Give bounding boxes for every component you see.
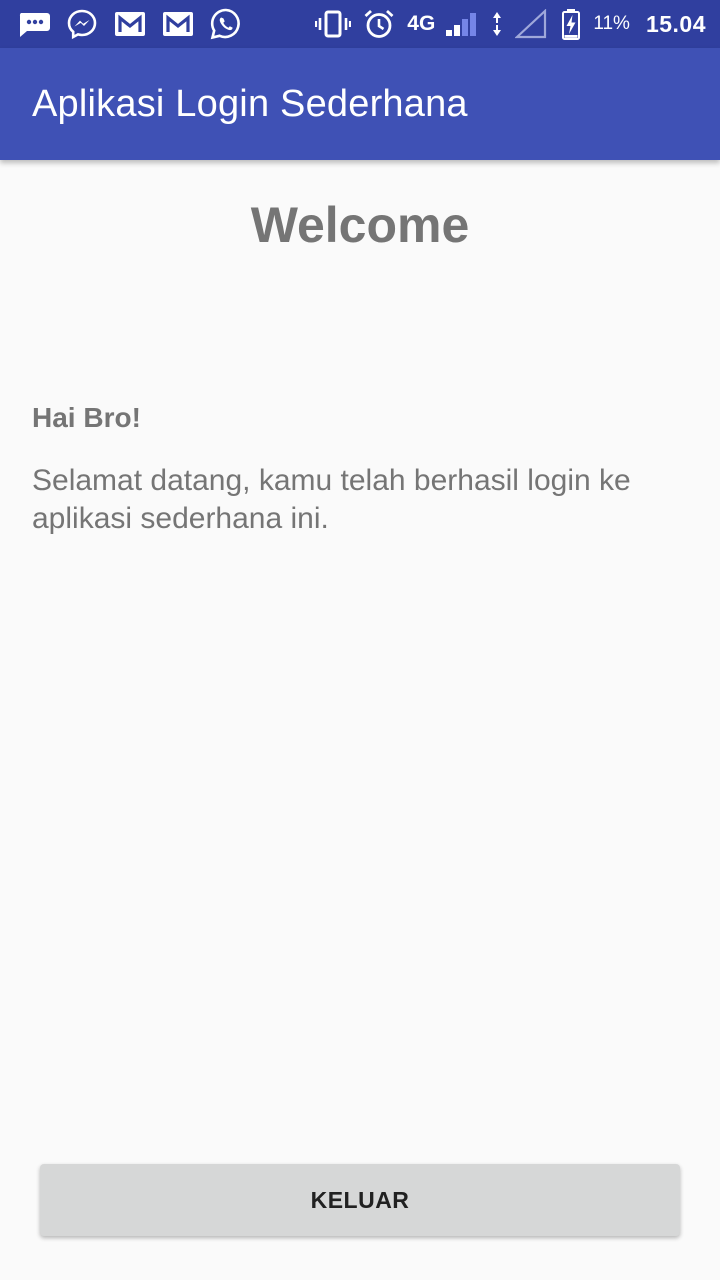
notification-icons — [16, 6, 244, 42]
status-bar: 4G 11% 15.04 — [0, 0, 720, 48]
vibrate-icon — [315, 6, 352, 42]
whatsapp-icon — [208, 6, 244, 42]
welcome-heading: Welcome — [250, 197, 470, 253]
welcome-message: Selamat datang, kamu telah berhasil logi… — [32, 464, 631, 535]
signal-bars-icon — [445, 6, 481, 42]
network-type-label: 4G — [407, 12, 436, 35]
message-bubble-icon — [16, 6, 52, 42]
battery-percentage: 11% — [593, 13, 630, 34]
data-arrows-icon — [491, 6, 503, 42]
battery-charging-icon — [559, 6, 583, 42]
no-signal-icon — [513, 6, 549, 42]
alarm-icon — [361, 6, 397, 42]
messenger-icon — [64, 6, 100, 42]
greeting-text: Hai Bro! — [32, 402, 141, 433]
logout-button[interactable]: KELUAR — [40, 1164, 680, 1236]
gmail-icon — [112, 6, 148, 42]
system-status: 4G 11% 15.04 — [315, 6, 706, 42]
clock: 15.04 — [645, 10, 706, 37]
gmail-icon — [160, 6, 196, 42]
app-toolbar: Aplikasi Login Sederhana — [0, 48, 720, 160]
app-title: Aplikasi Login Sederhana — [32, 82, 468, 125]
